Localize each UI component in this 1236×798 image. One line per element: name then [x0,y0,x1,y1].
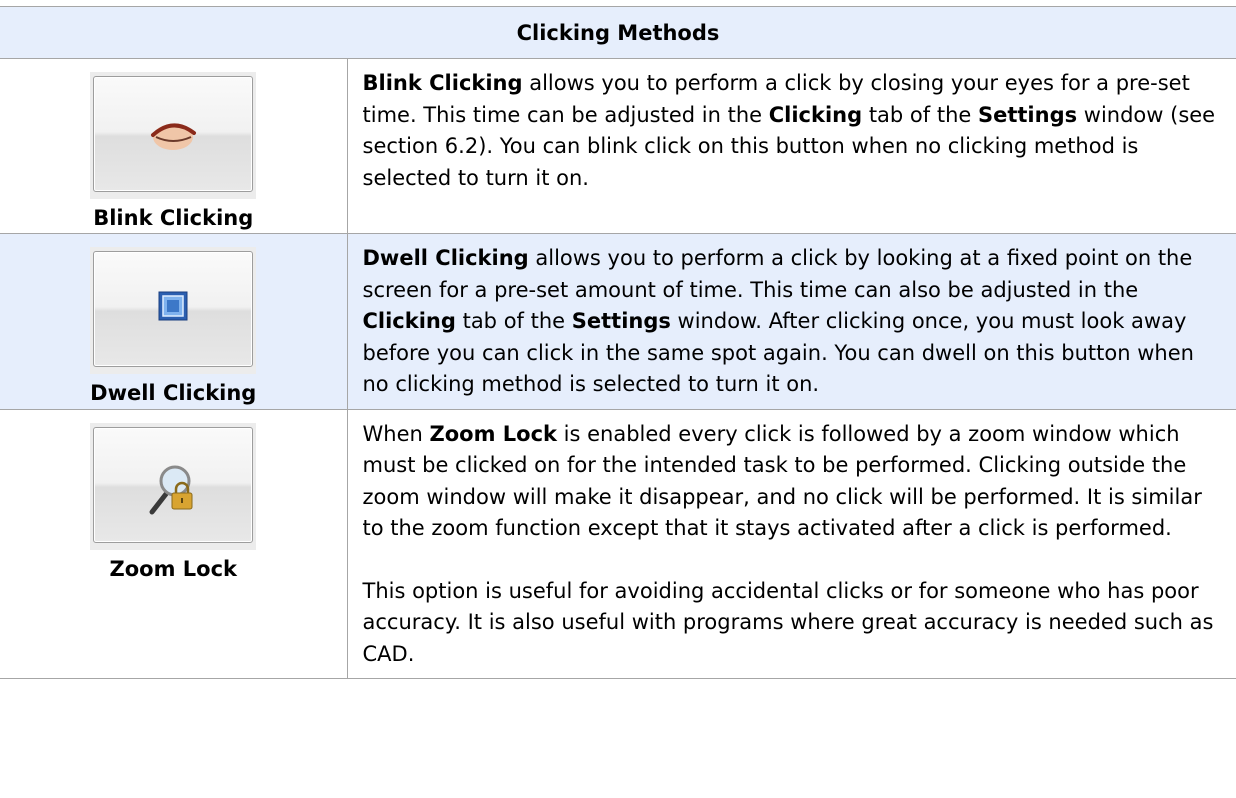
icon-cell: Zoom Lock [0,408,348,679]
bold-term: Blink Clicking [362,71,523,95]
dwell-clicking-label: Dwell Clicking [90,381,257,405]
table-header-row: Clicking Methods [0,6,1236,59]
description-paragraph: Blink Clicking allows you to perform a c… [363,68,1221,194]
blink-clicking-button-image [90,72,257,199]
bold-term: Zoom Lock [429,421,557,446]
bold-term: Settings [571,309,671,333]
table-title: Clicking Methods [0,6,1236,59]
clicking-methods-table: Clicking Methods Blink Clicking Blink Cl… [0,6,1236,679]
dwell-square-icon [158,291,188,321]
zoom-lock-label: Zoom Lock [109,556,238,581]
text-run: tab of the [862,102,978,127]
description-paragraph: Dwell Clicking allows you to perform a c… [363,243,1221,401]
eye-closed-icon [151,123,197,150]
bold-term: Clicking [362,309,456,333]
text-run: tab of the [455,309,572,333]
blink-clicking-label: Blink Clicking [93,206,254,230]
icon-cell: Blink Clicking [0,58,348,234]
dwell-clicking-description: Dwell Clicking allows you to perform a c… [346,233,1236,410]
description-paragraph: When Zoom Lock is enabled every click is… [363,419,1221,545]
text-run: When [362,421,430,446]
table-row: Blink Clicking Blink Clicking allows you… [0,58,1236,234]
zoom-lock-description: When Zoom Lock is enabled every click is… [346,408,1236,679]
table-row: Zoom Lock When Zoom Lock is enabled ever… [0,408,1236,679]
bold-term: Settings [977,102,1078,127]
icon-cell: Dwell Clicking [0,233,348,410]
dwell-clicking-button-image [90,247,257,374]
bold-term: Clicking [768,102,863,127]
blink-clicking-description: Blink Clicking allows you to perform a c… [346,58,1236,234]
magnifier-lock-icon [149,465,193,514]
text-run: This option is useful for avoiding accid… [362,578,1214,666]
description-paragraph: This option is useful for avoiding accid… [363,576,1221,671]
bold-term: Dwell Clicking [362,246,529,270]
zoom-lock-button-image [90,422,257,550]
table-row: Dwell Clicking Dwell Clicking allows you… [0,233,1236,410]
